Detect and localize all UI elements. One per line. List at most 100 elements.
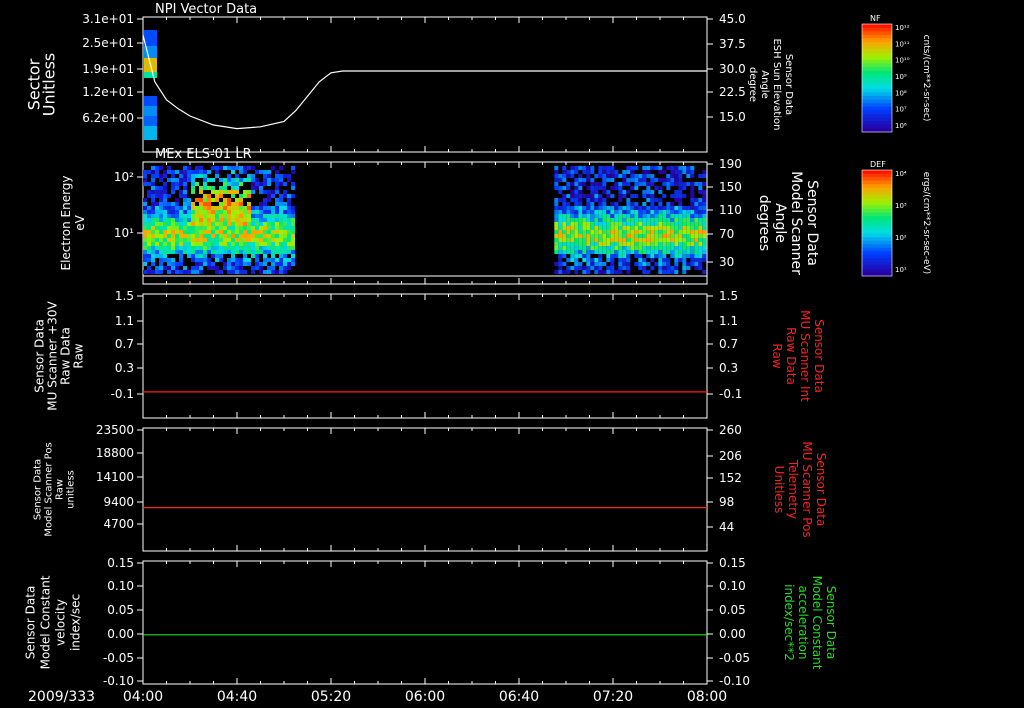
- els-spectrogram-cell: [702, 174, 707, 178]
- els-spectrogram-cell: [147, 270, 151, 274]
- els-spectrogram-cell: [239, 250, 243, 254]
- els-spectrogram-cell: [279, 218, 283, 222]
- els-spectrogram-cell: [263, 170, 267, 174]
- els-spectrogram-cell: [602, 226, 607, 230]
- els-spectrogram-cell: [143, 202, 147, 206]
- els-spectrogram-cell: [554, 246, 559, 250]
- els-spectrogram-cell: [223, 234, 227, 238]
- els-spectrogram-cell: [702, 210, 707, 214]
- els-spectrogram-cell: [702, 226, 707, 230]
- els-spectrogram-cell: [606, 174, 611, 178]
- els-spectrogram-cell: [570, 226, 575, 230]
- left-axis-title-line: Unitless: [40, 53, 59, 117]
- colorbar-swatch: [862, 78, 892, 83]
- els-spectrogram-cell: [638, 242, 643, 246]
- els-spectrogram-cell: [658, 202, 663, 206]
- colorbar-swatch: [862, 74, 892, 79]
- colorbar-tick-label: 10⁹: [895, 73, 907, 81]
- els-spectrogram-cell: [199, 238, 203, 242]
- right-axis-title-line: Model Constant: [810, 576, 824, 670]
- els-spectrogram-cell: [151, 254, 155, 258]
- els-spectrogram-cell: [578, 254, 583, 258]
- els-spectrogram-cell: [243, 258, 247, 262]
- els-spectrogram-cell: [698, 246, 703, 250]
- els-spectrogram-cell: [554, 182, 559, 186]
- els-spectrogram-cell: [283, 190, 287, 194]
- els-spectrogram-cell: [650, 166, 655, 170]
- els-spectrogram-cell: [554, 270, 559, 274]
- colorbar-swatch: [862, 184, 892, 189]
- els-spectrogram-cell: [239, 166, 243, 170]
- els-spectrogram-cell: [215, 270, 219, 274]
- els-spectrogram-cell: [243, 270, 247, 274]
- els-spectrogram-cell: [143, 182, 147, 186]
- els-spectrogram-cell: [259, 202, 263, 206]
- els-spectrogram-cell: [239, 198, 243, 202]
- els-spectrogram-cell: [562, 250, 567, 254]
- els-spectrogram-cell: [670, 170, 675, 174]
- els-spectrogram-cell: [203, 170, 207, 174]
- els-spectrogram-cell: [638, 254, 643, 258]
- els-spectrogram-cell: [554, 250, 559, 254]
- els-spectrogram-cell: [143, 226, 147, 230]
- els-spectrogram-cell: [203, 230, 207, 234]
- els-spectrogram-cell: [618, 174, 623, 178]
- els-spectrogram-cell: [267, 198, 271, 202]
- els-spectrogram-cell: [554, 178, 559, 182]
- els-spectrogram-cell: [171, 246, 175, 250]
- els-spectrogram-cell: [598, 254, 603, 258]
- colorbar-swatch: [862, 180, 892, 185]
- right-tick-label: 30: [719, 255, 734, 269]
- els-spectrogram-cell: [259, 266, 263, 270]
- left-tick-label: -0.05: [103, 651, 134, 665]
- els-spectrogram-cell: [155, 190, 159, 194]
- els-spectrogram-cell: [235, 238, 239, 242]
- els-spectrogram-cell: [586, 230, 591, 234]
- right-axis-title-line: index/sec**2: [782, 584, 796, 661]
- els-spectrogram-cell: [215, 254, 219, 258]
- els-spectrogram-cell: [167, 270, 171, 274]
- els-spectrogram-cell: [175, 198, 179, 202]
- els-spectrogram-cell: [267, 214, 271, 218]
- els-spectrogram-cell: [195, 258, 199, 262]
- els-spectrogram-cell: [582, 170, 587, 174]
- els-spectrogram-cell: [586, 174, 591, 178]
- colorbar-units: cnts/(cm**2-sr-sec): [921, 35, 931, 122]
- time-axis-label: 04:00: [123, 689, 163, 705]
- colorbar-swatch: [862, 226, 892, 231]
- els-spectrogram-cell: [690, 246, 695, 250]
- colorbar-swatch: [862, 191, 892, 196]
- els-spectrogram-cell: [570, 194, 575, 198]
- els-spectrogram-cell: [586, 262, 591, 266]
- els-spectrogram-cell: [267, 266, 271, 270]
- colorbar-swatch: [862, 99, 892, 104]
- els-spectrogram-cell: [598, 262, 603, 266]
- right-axis-title: Sensor DataModel Constantaccelerationind…: [782, 576, 838, 670]
- els-spectrogram-cell: [650, 242, 655, 246]
- els-spectrogram-cell: [203, 206, 207, 210]
- els-spectrogram-cell: [279, 210, 283, 214]
- els-spectrogram-cell: [283, 202, 287, 206]
- colorbar-swatch: [862, 124, 892, 129]
- els-spectrogram-cell: [662, 250, 667, 254]
- els-spectrogram-cell: [646, 270, 651, 274]
- time-axis-label: 06:00: [405, 689, 445, 705]
- els-spectrogram-cell: [582, 182, 587, 186]
- els-spectrogram-cell: [239, 258, 243, 262]
- els-spectrogram-cell: [163, 210, 167, 214]
- els-spectrogram-cell: [598, 186, 603, 190]
- els-spectrogram-cell: [151, 226, 155, 230]
- els-spectrogram-cell: [267, 230, 271, 234]
- els-spectrogram-cell: [207, 266, 211, 270]
- els-spectrogram-cell: [223, 198, 227, 202]
- els-spectrogram-cell: [646, 194, 651, 198]
- els-spectrogram-cell: [626, 246, 631, 250]
- els-spectrogram-cell: [650, 206, 655, 210]
- els-spectrogram-cell: [646, 222, 651, 226]
- els-spectrogram-cell: [698, 210, 703, 214]
- els-spectrogram-cell: [682, 186, 687, 190]
- els-spectrogram-cell: [275, 206, 279, 210]
- els-spectrogram-cell: [211, 254, 215, 258]
- els-spectrogram-cell: [235, 234, 239, 238]
- colorbar-swatch: [862, 215, 892, 220]
